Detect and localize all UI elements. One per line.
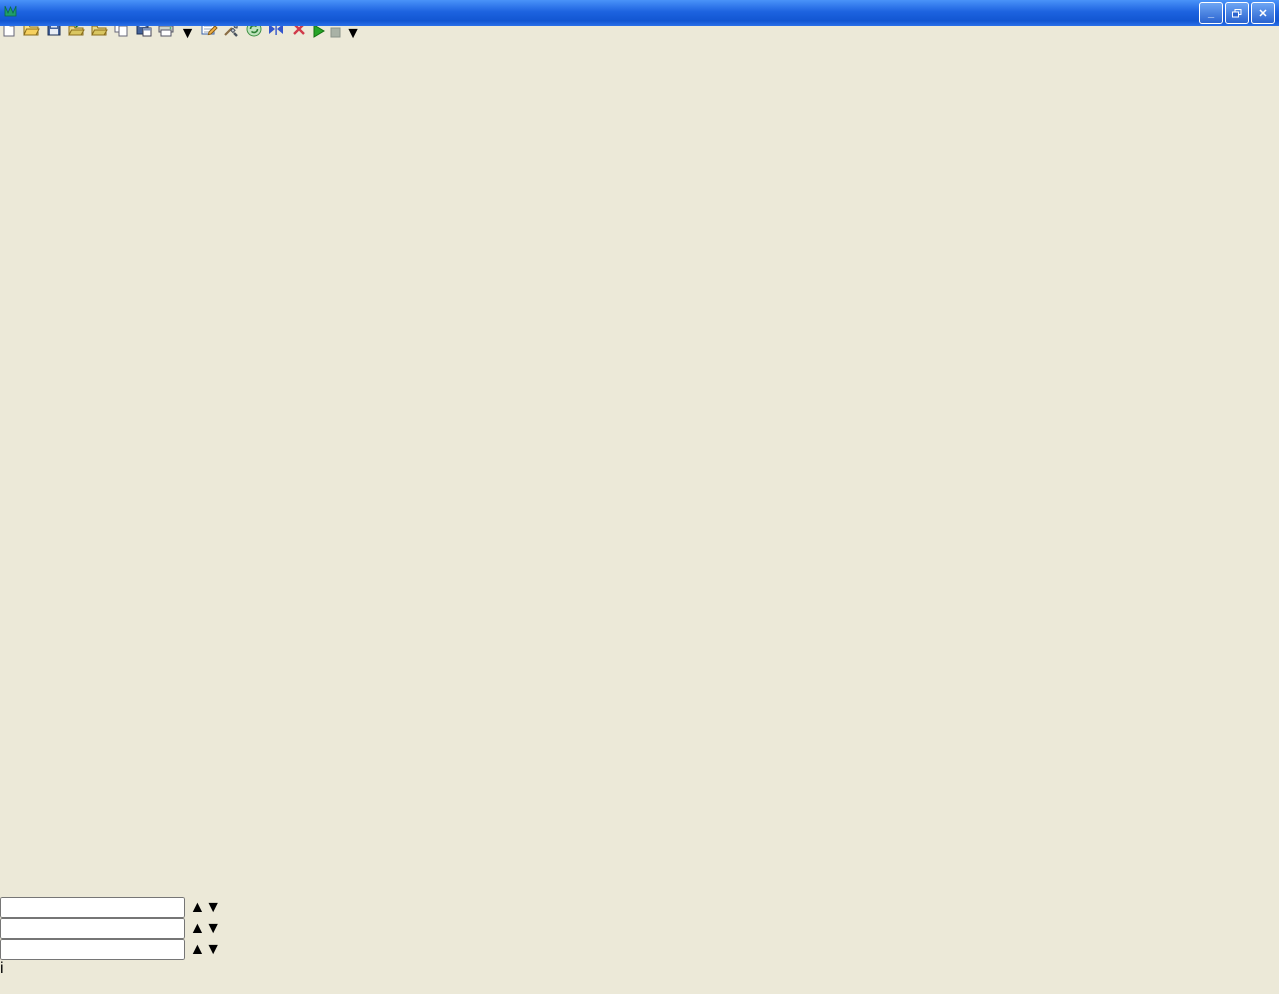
print-dropdown-icon[interactable]: ▼: [180, 25, 196, 42]
save-file-icon[interactable]: [45, 25, 67, 42]
initial-shift-spinner[interactable]: ▲▼: [0, 899, 221, 916]
new-document-icon[interactable]: [0, 25, 22, 42]
spin-down-icon[interactable]: ▼: [205, 899, 221, 916]
start-button[interactable]: [312, 25, 329, 42]
spin-up-icon[interactable]: ▲: [189, 941, 205, 958]
approximation-group: i: [0, 960, 1279, 978]
spin-down-icon[interactable]: ▼: [205, 941, 221, 958]
close-button[interactable]: ✕: [1251, 2, 1275, 24]
refresh-icon[interactable]: [245, 25, 267, 42]
final-shift-input[interactable]: [0, 918, 185, 939]
settings-panel: ▲▼ ▲▼ ▲▼: [0, 897, 1279, 978]
info-icon[interactable]: i: [0, 960, 4, 977]
app-icon: [4, 4, 17, 22]
interval-group: ▲▼ ▲▼ ▲▼: [0, 897, 1279, 960]
spin-up-icon[interactable]: ▲: [189, 899, 205, 916]
stop-icon: [330, 27, 341, 38]
spin-down-icon[interactable]: ▼: [205, 920, 221, 937]
application-window: _ ✕ – ✕ ▾: [0, 0, 1279, 994]
autocorrelation-plot[interactable]: [0, 43, 1080, 892]
export-data-icon[interactable]: [90, 25, 112, 42]
options-tools-icon[interactable]: [222, 25, 244, 42]
chart-area: [0, 43, 1279, 897]
spin-up-icon[interactable]: ▲: [189, 920, 205, 937]
print-icon[interactable]: [157, 25, 179, 42]
step-spinner[interactable]: ▲▼: [0, 941, 221, 958]
import-data-icon[interactable]: [67, 25, 89, 42]
title-bar: _ ✕: [0, 0, 1279, 26]
step-input[interactable]: [0, 939, 185, 960]
move-to-center-icon[interactable]: [267, 25, 289, 42]
edit-form-icon[interactable]: [200, 25, 222, 42]
restore-button[interactable]: [1225, 2, 1249, 24]
initial-shift-input[interactable]: [0, 897, 185, 918]
start-icon: [312, 24, 325, 38]
save-report-icon[interactable]: [135, 25, 157, 42]
stop-dropdown-icon[interactable]: ▼: [345, 25, 361, 42]
open-file-icon[interactable]: [22, 25, 44, 42]
stop-button[interactable]: [330, 25, 345, 42]
clear-icon[interactable]: [290, 25, 312, 42]
minimize-button[interactable]: _: [1199, 2, 1223, 24]
final-shift-spinner[interactable]: ▲▼: [0, 920, 221, 937]
copy-icon[interactable]: [112, 25, 134, 42]
